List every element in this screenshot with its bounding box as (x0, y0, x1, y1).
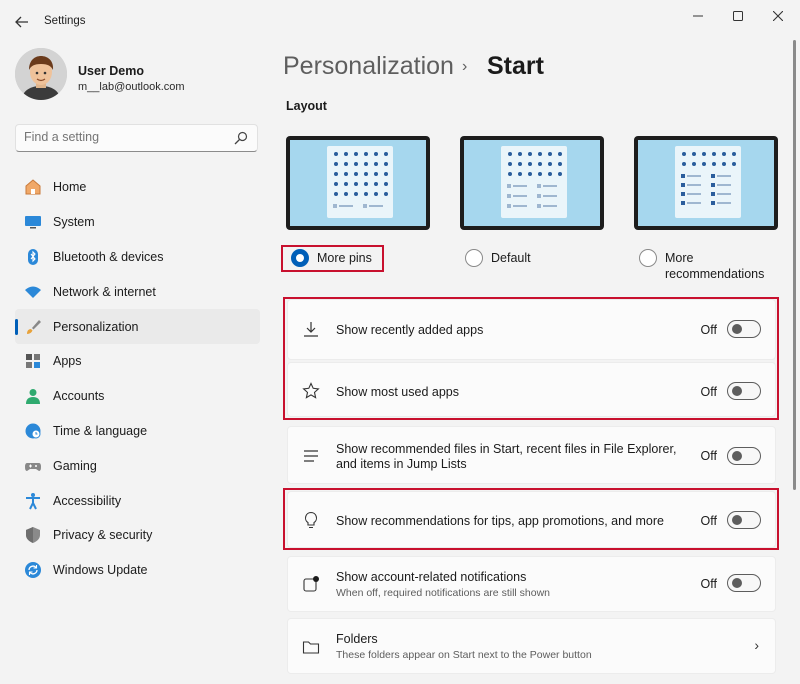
sidebar-item-gaming[interactable]: Gaming (15, 448, 260, 483)
section-title-layout: Layout (286, 99, 327, 113)
monitor-icon (23, 212, 43, 232)
sidebar-item-label: Windows Update (53, 563, 148, 578)
setting-title: Show recommended files in Start, recent … (336, 442, 676, 472)
layout-preview-default[interactable] (460, 136, 604, 230)
folder-icon (302, 638, 320, 656)
wifi-icon (23, 282, 43, 302)
toggle-state-label: Off (700, 577, 717, 591)
setting-description: When off, required notifications are sti… (336, 587, 550, 599)
layout-preview-more-recommendations[interactable] (634, 136, 778, 230)
list-icon (302, 447, 320, 465)
radio-more-recommendations[interactable]: More recommendations (639, 249, 764, 282)
setting-folders[interactable]: Folders These folders appear on Start ne… (287, 618, 776, 674)
radio-default[interactable]: Default (465, 249, 531, 267)
app-title: Settings (44, 15, 86, 27)
radio-label: Default (491, 251, 531, 265)
search-box[interactable] (15, 124, 258, 152)
user-profile[interactable]: User Demo m__lab@outlook.com (15, 48, 255, 104)
title-bar: Settings (0, 0, 800, 40)
search-icon (234, 131, 248, 145)
sidebar-item-label: Bluetooth & devices (53, 249, 164, 264)
scrollbar[interactable] (793, 40, 796, 490)
toggle-switch[interactable] (727, 447, 761, 465)
close-button[interactable] (760, 4, 796, 28)
sidebar-item-system[interactable]: System (15, 205, 260, 240)
maximize-button[interactable] (720, 4, 756, 28)
sidebar-item-label: Time & language (53, 423, 148, 438)
setting-title-line2: and items in Jump Lists (336, 457, 467, 471)
minimize-button[interactable] (680, 4, 716, 28)
sidebar-item-label: Accounts (53, 389, 105, 404)
sidebar-item-label: Personalization (53, 319, 139, 334)
sidebar-item-accessibility[interactable]: Accessibility (15, 483, 260, 518)
setting-title: Folders (336, 632, 378, 646)
back-arrow-icon (15, 16, 28, 28)
breadcrumb-parent[interactable]: Personalization (283, 52, 454, 81)
selection-indicator (15, 319, 18, 336)
avatar (15, 48, 67, 100)
toggle-state-label: Off (700, 449, 717, 463)
apps-icon (23, 351, 43, 371)
settings-window: Settings User Demo m__lab@outlook.com Fi… (0, 0, 800, 684)
sidebar-item-windows-update[interactable]: Windows Update (15, 553, 260, 588)
highlight-box (283, 488, 779, 550)
sidebar-item-bluetooth[interactable]: Bluetooth & devices (15, 240, 260, 275)
sidebar-item-label: Home (53, 180, 87, 195)
sidebar-item-personalization[interactable]: Personalization (15, 309, 260, 344)
toggle-switch[interactable] (727, 574, 761, 592)
sidebar-item-label: Apps (53, 354, 82, 369)
highlight-box (283, 297, 779, 420)
person-icon (23, 386, 43, 406)
breadcrumb-chevron-icon: › (462, 58, 468, 75)
sidebar-item-privacy[interactable]: Privacy & security (15, 518, 260, 553)
brush-icon (23, 317, 43, 337)
user-email: m__lab@outlook.com (78, 81, 185, 93)
sidebar-item-time-language[interactable]: Time & language (15, 414, 260, 449)
controller-icon (23, 456, 43, 476)
page-title: Start (487, 52, 544, 80)
sidebar-item-network[interactable]: Network & internet (15, 274, 260, 309)
setting-title: Show account-related notifications (336, 570, 527, 584)
update-icon (23, 560, 43, 580)
back-button[interactable] (8, 8, 36, 36)
home-icon (23, 177, 43, 197)
sidebar-item-apps[interactable]: Apps (15, 344, 260, 379)
maximize-icon (733, 11, 743, 21)
sidebar-item-label: System (53, 215, 95, 230)
radio-label: More recommendations (665, 250, 764, 282)
minimize-icon (693, 15, 703, 17)
globe-icon (23, 421, 43, 441)
shield-icon (23, 525, 43, 545)
radio-button[interactable] (291, 249, 309, 267)
user-name: User Demo (78, 64, 144, 78)
radio-label-line2: recommendations (665, 267, 765, 281)
close-icon (773, 11, 783, 21)
radio-more-pins[interactable]: More pins (291, 249, 372, 267)
sidebar-item-accounts[interactable]: Accounts (15, 379, 260, 414)
radio-button[interactable] (465, 249, 483, 267)
sidebar-item-label: Gaming (53, 458, 97, 473)
radio-button[interactable] (639, 249, 657, 267)
sidebar-nav: Home System Bluetooth & devices Network … (15, 170, 260, 588)
accessibility-icon (23, 491, 43, 511)
setting-title-line1: Show recommended files in Start, recent … (336, 442, 677, 456)
notification-icon (302, 575, 320, 593)
chevron-right-icon: › (754, 637, 759, 653)
sidebar-item-home[interactable]: Home (15, 170, 260, 205)
sidebar-item-label: Privacy & security (53, 528, 153, 543)
sidebar-item-label: Accessibility (53, 493, 122, 508)
radio-label: More pins (317, 251, 372, 265)
bluetooth-icon (23, 247, 43, 267)
setting-account-notifications: Show account-related notifications When … (287, 556, 776, 612)
sidebar-item-label: Network & internet (53, 284, 156, 299)
search-input[interactable] (24, 130, 224, 144)
setting-recommended-files: Show recommended files in Start, recent … (287, 426, 776, 484)
setting-description: These folders appear on Start next to th… (336, 649, 592, 661)
radio-label-line1: More (665, 251, 694, 265)
layout-preview-more-pins[interactable] (286, 136, 430, 230)
